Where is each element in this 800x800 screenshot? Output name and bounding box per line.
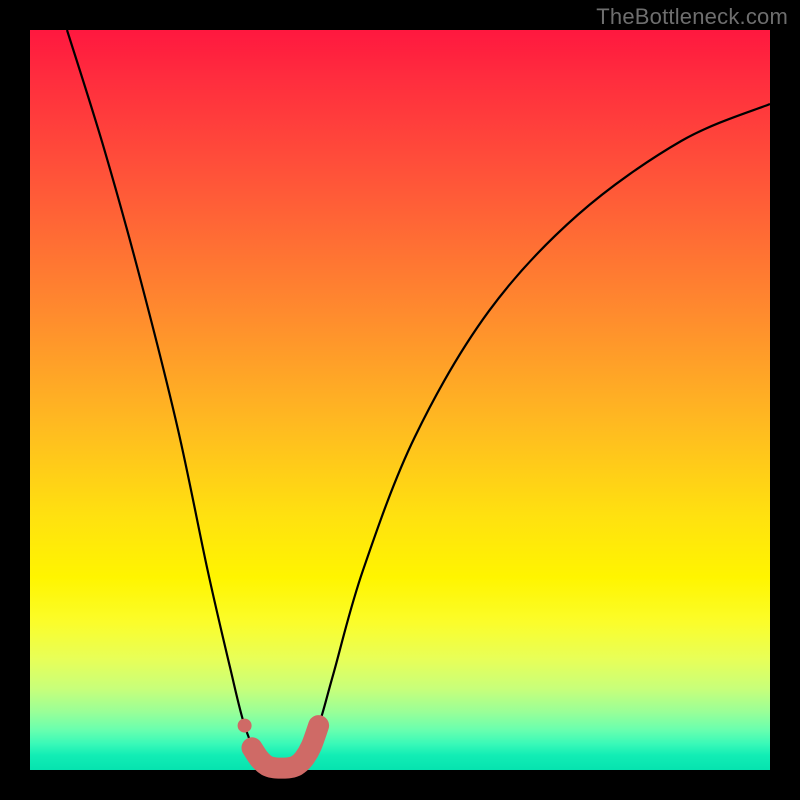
curve-svg <box>30 30 770 770</box>
marker-dot <box>238 719 252 733</box>
chart-frame: TheBottleneck.com <box>0 0 800 800</box>
plot-area <box>30 30 770 770</box>
marker-band <box>252 726 319 769</box>
bottleneck-curve <box>67 30 770 769</box>
curve-group <box>67 30 770 769</box>
watermark-text: TheBottleneck.com <box>596 4 788 30</box>
marker-group <box>238 719 319 769</box>
